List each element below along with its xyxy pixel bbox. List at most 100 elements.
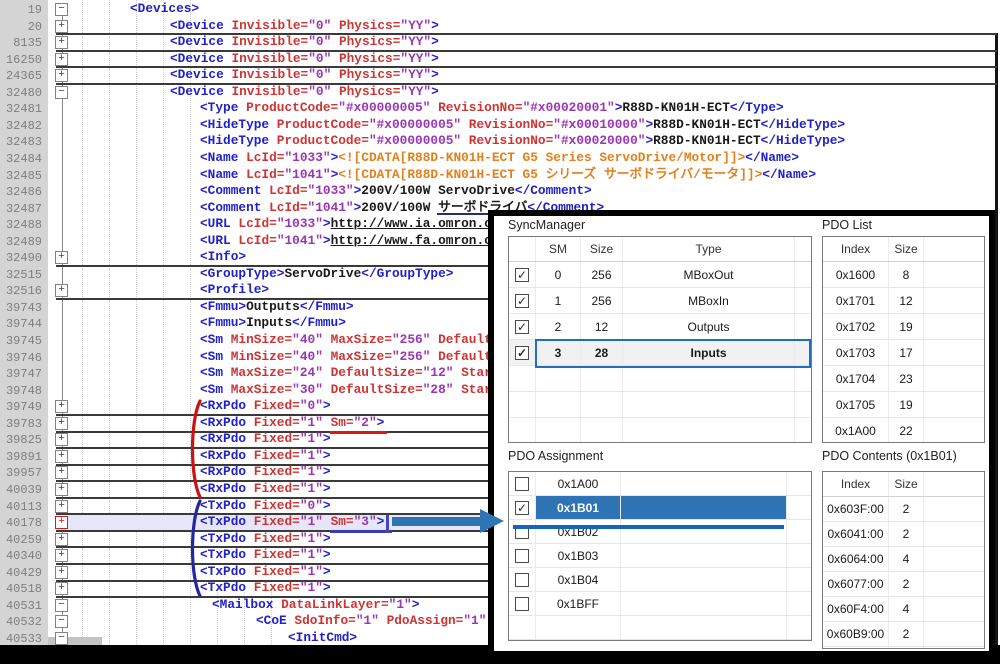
code-token: "1" [300,448,323,463]
table-cell: 0x1B04 [536,568,621,591]
table-row[interactable]: 0x1B03 [509,544,811,568]
table-cell [924,288,983,313]
table-row[interactable]: 0x170317 [823,340,984,366]
table-row[interactable]: 0x1A00 [509,472,811,496]
code-token: <GroupType> [200,266,284,281]
syncmanager-table[interactable]: SMSizeType✓0256MBoxOut✓1256MBoxIn✓212Out… [508,236,812,443]
checkbox[interactable]: ✓ [515,268,529,282]
table-row[interactable]: 0x60B9:002 [823,622,984,647]
code-token: Fixed= [254,415,300,430]
table-row[interactable]: 0x170112 [823,288,984,314]
pdo-assignment-table[interactable]: 0x1A00✓0x1B010x1B020x1B030x1B040x1BFF [508,471,812,641]
pdo-list-table[interactable]: IndexSize0x160080x1701120x1702190x170317… [822,236,985,443]
checkbox[interactable] [515,597,529,611]
fold-collapse-button[interactable]: − [55,615,68,628]
checkbox[interactable]: ✓ [515,294,529,308]
table-row[interactable]: 0x1B02 [509,520,811,544]
fold-expand-button[interactable]: + [55,566,68,579]
pdo-contents-table[interactable]: IndexSize0x603F:0020x6041:0020x6064:0040… [822,471,985,649]
fold-expand-button[interactable]: + [55,20,68,33]
table-cell [787,592,809,615]
fold-expand-button[interactable]: + [55,251,68,264]
code-token: > [323,398,331,413]
table-row[interactable] [509,616,811,640]
code-token: > [431,18,439,33]
table-cell [509,237,536,261]
fold-expand-button[interactable]: + [55,466,68,479]
code-token: > [431,51,439,66]
checkbox[interactable]: ✓ [515,501,529,515]
fold-expand-button[interactable]: + [55,433,68,446]
sm3-blue-underline-annotation [330,530,392,533]
table-cell [536,392,581,417]
fold-expand-button[interactable]: + [55,53,68,66]
fold-expand-button[interactable]: + [55,516,68,529]
table-row[interactable]: 0x170519 [823,392,984,418]
table-row[interactable] [509,366,811,392]
fold-collapse-button[interactable]: − [55,632,68,645]
fold-collapse-button[interactable]: − [55,86,68,99]
table-row[interactable]: 0x6064:004 [823,547,984,572]
fold-expand-button[interactable]: + [55,450,68,463]
checkbox[interactable] [515,549,529,563]
table-row[interactable]: 0x170423 [823,366,984,392]
table-row[interactable]: 0x603F:002 [823,497,984,522]
code-token: "0" [300,398,323,413]
table-row[interactable] [509,392,811,418]
table-row[interactable]: 0x1B04 [509,568,811,592]
line-number: 16250 [0,52,42,68]
table-row[interactable]: ✓1256MBoxIn [509,288,811,314]
fold-expand-button[interactable]: + [55,284,68,297]
code-token: > [323,580,331,595]
checkbox[interactable]: ✓ [515,346,529,360]
selection-cursor-bar [386,515,389,533]
fold-collapse-button[interactable]: − [55,599,68,612]
table-row[interactable]: 0x1BFF [509,592,811,616]
code-token: "12" [423,365,461,380]
fold-expand-button[interactable]: + [55,69,68,82]
table-row[interactable] [509,418,811,443]
table-row[interactable]: SMSizeType [509,237,811,262]
table-row[interactable]: IndexSize [823,472,984,497]
code-token: <RxPdo [200,464,254,479]
fold-expand-button[interactable]: + [55,483,68,496]
code-token: > [323,547,331,562]
checkbox[interactable] [515,573,529,587]
code-token: </HideType> [761,117,845,132]
line-number: 40039 [0,482,42,498]
table-row[interactable]: 0x16008 [823,262,984,288]
fold-expand-button[interactable]: + [55,549,68,562]
fold-collapse-button[interactable]: − [55,3,68,16]
table-row[interactable]: ✓0x1B01 [509,496,811,520]
code-line: <Sm MinSize="40" MaxSize="256" DefaultSi [200,349,507,365]
sm2-red-underline-annotation [330,431,387,434]
fold-expand-button[interactable]: + [55,533,68,546]
fold-expand-button[interactable]: + [55,36,68,49]
fold-expand-button[interactable]: + [55,500,68,513]
fold-expand-button[interactable]: + [55,582,68,595]
table-row[interactable]: 0x1A0022 [823,418,984,443]
code-token: > [377,415,385,430]
table-row[interactable]: IndexSize [823,237,984,262]
table-cell [623,392,795,417]
code-token: <Mailbox [212,597,281,612]
fold-expand-button[interactable]: + [55,417,68,430]
table-cell [787,568,809,591]
table-row[interactable]: ✓0256MBoxOut [509,262,811,288]
code-token: <Fmmu> [200,299,246,314]
code-token: <RxPdo [200,448,254,463]
table-row[interactable]: 0x170219 [823,314,984,340]
table-row[interactable]: ✓212Outputs [509,314,811,340]
fold-expand-button[interactable]: + [55,400,68,413]
table-row[interactable]: 0x6041:002 [823,522,984,547]
line-number: 40518 [0,581,42,597]
code-token: "#x00020000" [553,133,645,148]
code-token: MaxSize= [331,332,392,347]
code-token: R88D-KN01H-ECT [653,133,761,148]
table-row[interactable]: 0x60F4:004 [823,597,984,622]
table-row[interactable]: 0x6077:002 [823,572,984,597]
checkbox[interactable]: ✓ [515,320,529,334]
checkbox[interactable] [515,477,529,491]
table-cell: 0x1705 [823,392,889,417]
table-cell [924,418,983,443]
